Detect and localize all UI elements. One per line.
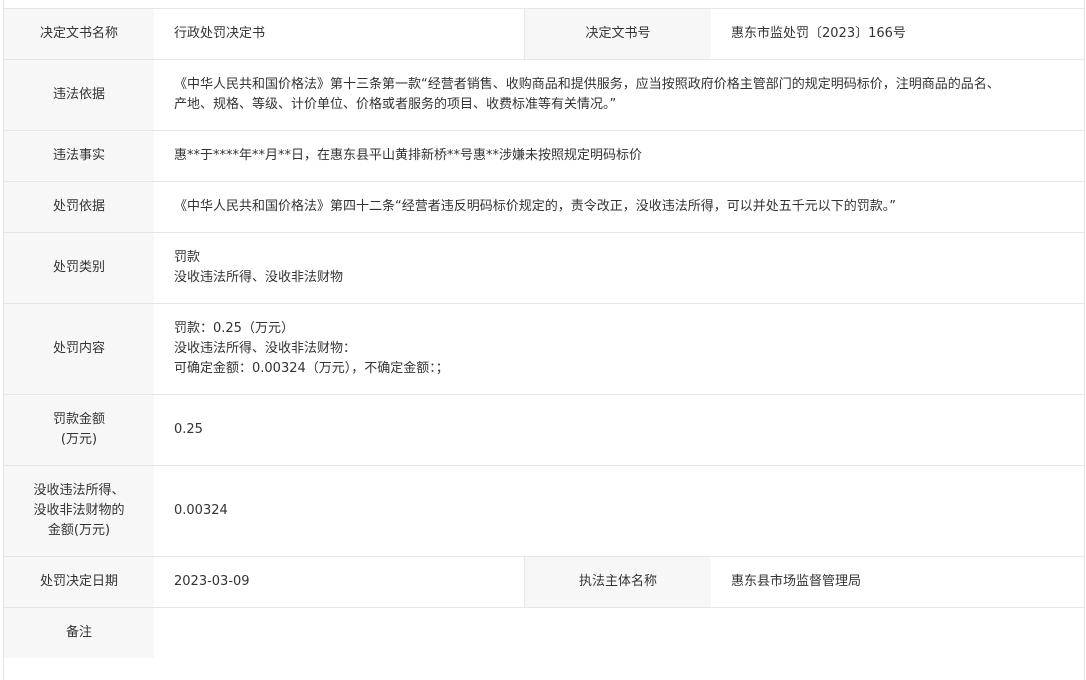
label-remarks: 备注 [4, 608, 154, 658]
value-violation-basis: 《中华人民共和国价格法》第十三条第一款“经营者销售、收购商品和提供服务，应当按照… [154, 60, 1084, 130]
row-fine-amount: 罚款金额 (万元) 0.25 [4, 394, 1084, 465]
confiscation-label-line-3: 金额(万元) [47, 523, 111, 538]
label-confiscation-amount: 没收违法所得、 没收非法财物的 金额(万元) [4, 466, 154, 556]
label-penalty-type: 处罚类别 [4, 233, 154, 303]
row-document-name: 决定文书名称 行政处罚决定书 决定文书号 惠东市监处罚〔2023〕166号 [4, 8, 1084, 59]
value-fine-amount: 0.25 [154, 395, 1084, 465]
penalty-type-line-1: 罚款 [174, 250, 201, 265]
value-confiscation-amount: 0.00324 [154, 466, 1084, 556]
label-document-name: 决定文书名称 [4, 9, 154, 59]
penalty-type-line-2: 没收违法所得、没收非法财物 [174, 270, 344, 285]
confiscation-label-line-1: 没收违法所得、 [33, 483, 125, 498]
value-decision-date: 2023-03-09 [154, 557, 524, 607]
value-document-number: 惠东市监处罚〔2023〕166号 [711, 9, 1084, 59]
row-confiscation-amount: 没收违法所得、 没收非法财物的 金额(万元) 0.00324 [4, 465, 1084, 556]
row-violation-basis: 违法依据 《中华人民共和国价格法》第十三条第一款“经营者销售、收购商品和提供服务… [4, 59, 1084, 130]
penalty-content-line-1: 罚款：0.25（万元） [174, 321, 294, 336]
fine-amount-label-line-2: (万元) [60, 432, 98, 447]
row-violation-facts: 违法事实 惠**于****年**月**日，在惠东县平山黄排新桥**号惠**涉嫌未… [4, 130, 1084, 181]
label-violation-basis: 违法依据 [4, 60, 154, 130]
label-document-number: 决定文书号 [524, 9, 711, 59]
violation-basis-line-1: 《中华人民共和国价格法》第十三条第一款“经营者销售、收购商品和提供服务，应当按照… [174, 77, 1000, 92]
fine-amount-label-line-1: 罚款金额 [52, 412, 105, 427]
penalty-detail-table: 决定文书名称 行政处罚决定书 决定文书号 惠东市监处罚〔2023〕166号 违法… [3, 0, 1085, 680]
value-remarks [154, 608, 1084, 658]
row-penalty-basis: 处罚依据 《中华人民共和国价格法》第四十二条“经营者违反明码标价规定的，责令改正… [4, 181, 1084, 232]
row-remarks: 备注 [4, 607, 1084, 658]
row-penalty-content: 处罚内容 罚款：0.25（万元） 没收违法所得、没收非法财物： 可确定金额：0.… [4, 303, 1084, 394]
label-fine-amount: 罚款金额 (万元) [4, 395, 154, 465]
value-penalty-content: 罚款：0.25（万元） 没收违法所得、没收非法财物： 可确定金额：0.00324… [154, 304, 1084, 394]
label-penalty-basis: 处罚依据 [4, 182, 154, 232]
value-violation-facts: 惠**于****年**月**日，在惠东县平山黄排新桥**号惠**涉嫌未按照规定明… [154, 131, 1084, 181]
label-enforcement-body: 执法主体名称 [524, 557, 711, 607]
row-penalty-type: 处罚类别 罚款 没收违法所得、没收非法财物 [4, 232, 1084, 303]
penalty-content-line-2: 没收违法所得、没收非法财物： [174, 341, 357, 356]
label-penalty-content: 处罚内容 [4, 304, 154, 394]
label-decision-date: 处罚决定日期 [4, 557, 154, 607]
value-penalty-basis: 《中华人民共和国价格法》第四十二条“经营者违反明码标价规定的，责令改正，没收违法… [154, 182, 1084, 232]
value-penalty-type: 罚款 没收违法所得、没收非法财物 [154, 233, 1084, 303]
confiscation-label-line-2: 没收非法财物的 [33, 503, 125, 518]
label-violation-facts: 违法事实 [4, 131, 154, 181]
value-document-name: 行政处罚决定书 [154, 9, 524, 59]
penalty-content-line-3: 可确定金额：0.00324（万元），不确定金额：； [174, 361, 449, 376]
violation-basis-line-2: 产地、规格、等级、计价单位、价格或者服务的项目、收费标准等有关情况。” [174, 97, 617, 112]
value-enforcement-body: 惠东县市场监督管理局 [711, 557, 1084, 607]
row-decision-date: 处罚决定日期 2023-03-09 执法主体名称 惠东县市场监督管理局 [4, 556, 1084, 607]
